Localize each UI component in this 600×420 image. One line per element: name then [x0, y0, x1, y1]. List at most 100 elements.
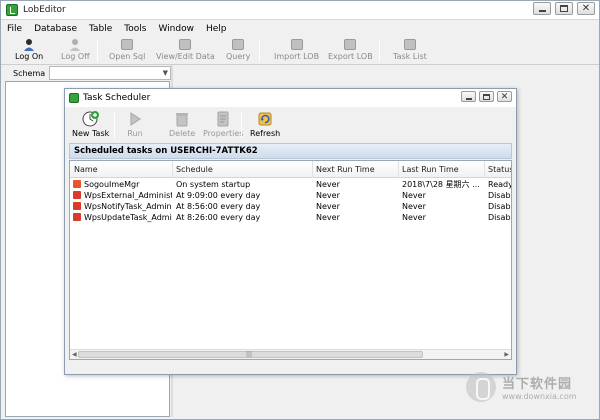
title-bar[interactable]: LobEditor ✕ [1, 1, 599, 20]
minimize-icon [538, 10, 546, 12]
column-divider[interactable] [172, 161, 173, 178]
column-schedule-header[interactable]: Schedule [176, 165, 213, 174]
user-off-icon [68, 38, 82, 51]
maximize-button[interactable] [479, 91, 494, 102]
properties-label: Properties [203, 129, 244, 138]
delete-label: Delete [169, 129, 196, 138]
minimize-button[interactable] [533, 2, 551, 15]
log-off-button[interactable]: Log Off [61, 38, 90, 61]
column-divider[interactable] [312, 161, 313, 178]
task-name: SogouImeMgr [84, 180, 140, 189]
query-button[interactable]: Query [226, 38, 250, 61]
task-status: Disable [488, 213, 511, 222]
table-header: Name Schedule Next Run Time Last Run Tim… [70, 161, 511, 178]
column-last-run-header[interactable]: Last Run Time [402, 165, 459, 174]
new-task-icon [82, 110, 100, 128]
new-task-label: New Task [72, 129, 110, 138]
task-next-run: Never [316, 180, 340, 189]
scheduled-tasks-header: Scheduled tasks on USERCHI-7ATTK62 [69, 143, 512, 159]
export-lob-button[interactable]: Export LOB [328, 38, 373, 61]
task-list-button[interactable]: Task List [393, 38, 427, 61]
watermark: 当下软件园 www.downxia.com [462, 370, 592, 410]
task-last-run: Never [402, 191, 426, 200]
delete-icon [173, 110, 191, 128]
tasks-table: Name Schedule Next Run Time Last Run Tim… [69, 160, 512, 360]
task-schedule: At 8:26:00 every day [176, 213, 261, 222]
task-schedule: At 9:09:00 every day [176, 191, 261, 200]
user-icon [22, 38, 36, 51]
close-button[interactable]: ✕ [497, 91, 512, 102]
new-task-button[interactable]: New Task [72, 110, 109, 138]
table-row[interactable]: SogouImeMgr On system startup Never 2018… [70, 180, 511, 190]
horizontal-scrollbar[interactable]: ◀ ||| ▶ [70, 349, 511, 359]
column-name-header[interactable]: Name [74, 165, 98, 174]
task-name: WpsUpdateTask_Admi... [84, 213, 172, 222]
schema-dropdown[interactable]: ▼ [49, 66, 171, 80]
import-lob-label: Import LOB [274, 52, 320, 61]
chevron-down-icon: ▼ [162, 69, 168, 77]
column-divider[interactable] [398, 161, 399, 178]
task-last-run: Never [402, 202, 426, 211]
window-controls: ✕ [533, 2, 595, 15]
import-lob-button[interactable]: Import LOB [274, 38, 319, 61]
toolbar-separator [97, 40, 98, 62]
task-scheduler-title-bar[interactable]: Task Scheduler ✕ [65, 89, 516, 107]
open-sql-icon [120, 38, 134, 51]
toolbar-separator [259, 40, 260, 62]
close-button[interactable]: ✕ [577, 2, 595, 15]
log-on-label: Log On [15, 52, 44, 61]
wps-task-icon [73, 213, 81, 221]
refresh-button[interactable]: Refresh [250, 110, 280, 138]
minimize-button[interactable] [461, 91, 476, 102]
task-next-run: Never [316, 213, 340, 222]
scroll-left-icon[interactable]: ◀ [72, 351, 77, 358]
menu-bar: File Database Table Tools Window Help [1, 21, 599, 36]
delete-button[interactable]: Delete [169, 110, 195, 138]
wps-task-icon [73, 202, 81, 210]
task-scheduler-title: Task Scheduler [83, 93, 151, 103]
task-status: Disable [488, 202, 511, 211]
task-schedule: At 8:56:00 every day [176, 202, 261, 211]
menu-file[interactable]: File [7, 24, 22, 34]
column-divider[interactable] [484, 161, 485, 178]
menu-help[interactable]: Help [206, 24, 227, 34]
app-logo-icon [69, 93, 79, 103]
task-list-icon [403, 38, 417, 51]
properties-button[interactable]: Properties [203, 110, 243, 138]
query-icon [231, 38, 245, 51]
run-icon [126, 110, 144, 128]
table-row[interactable]: WpsExternal_Administ... At 9:09:00 every… [70, 191, 511, 201]
task-name: WpsNotifyTask_Admini... [84, 202, 172, 211]
refresh-label: Refresh [250, 129, 281, 138]
maximize-icon [560, 5, 568, 12]
refresh-icon [256, 110, 274, 128]
menu-database[interactable]: Database [34, 24, 77, 34]
column-status-header[interactable]: Status [488, 165, 511, 174]
menu-window[interactable]: Window [158, 24, 194, 34]
open-sql-button[interactable]: Open Sql [109, 38, 145, 61]
task-scheduler-toolbar: New Task Run Delete Properties Refresh [69, 108, 512, 142]
view-edit-data-button[interactable]: View/Edit Data [156, 38, 215, 61]
menu-tools[interactable]: Tools [124, 24, 146, 34]
query-label: Query [226, 52, 251, 61]
scroll-right-icon[interactable]: ▶ [504, 351, 509, 358]
open-sql-label: Open Sql [109, 52, 146, 61]
column-next-run-header[interactable]: Next Run Time [316, 165, 375, 174]
menu-table[interactable]: Table [89, 24, 112, 34]
edit-data-icon [178, 38, 192, 51]
table-row[interactable]: WpsUpdateTask_Admi... At 8:26:00 every d… [70, 213, 511, 223]
properties-icon [214, 110, 232, 128]
sogou-task-icon [73, 180, 81, 188]
run-button[interactable]: Run [126, 110, 144, 138]
task-scheduler-window-controls: ✕ [461, 91, 512, 102]
table-row[interactable]: WpsNotifyTask_Admini... At 8:56:00 every… [70, 202, 511, 212]
task-scheduler-window: Task Scheduler ✕ New Task Run Delete Pro… [64, 88, 517, 375]
export-icon [343, 38, 357, 51]
import-icon [290, 38, 304, 51]
log-on-button[interactable]: Log On [15, 38, 43, 61]
task-status: Disable [488, 191, 511, 200]
task-status: Ready [488, 180, 511, 189]
task-last-run: Never [402, 213, 426, 222]
export-lob-label: Export LOB [328, 52, 373, 61]
maximize-button[interactable] [555, 2, 573, 15]
